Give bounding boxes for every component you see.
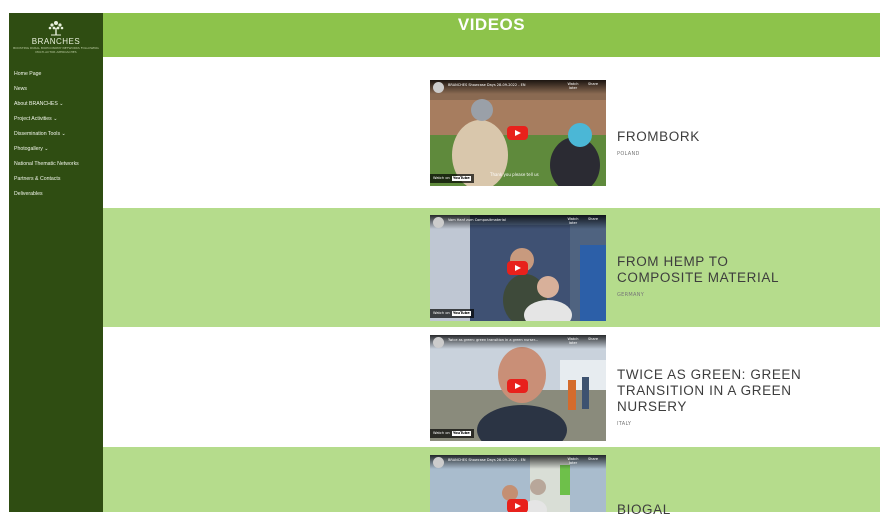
video-country: GERMANY [617,292,645,298]
channel-avatar[interactable] [433,82,444,93]
video-info: TWICE AS GREEN: GREEN TRANSITION IN A GR… [617,367,817,427]
channel-avatar[interactable] [433,457,444,468]
share-button[interactable]: Share [586,337,600,341]
nav-item-deliverables[interactable]: Deliverables [14,187,103,202]
play-button-icon[interactable] [507,379,528,393]
player-title[interactable]: Twice as green: green transition in a gr… [448,338,566,342]
player-title[interactable]: Vom Hanf zum Compositmaterial [448,218,566,222]
watch-later-button[interactable]: Watch later [566,82,580,90]
video-info: FROMBORK POLAND [617,129,817,157]
sidebar: BRANCHES BOOSTING RURAL BIOECONOMY NETWO… [9,13,103,512]
video-row: BRANCHES Showcase Days 28-09-2022 - EN W… [103,57,880,208]
watch-later-button[interactable]: Watch later [566,217,580,225]
nav-item-project-activities[interactable]: Project Activities ⌄ [14,112,103,127]
video-country: ITALY [617,421,632,427]
main-nav: Home Page News About BRANCHES ⌄ Project … [9,67,103,202]
video-player[interactable]: Twice as green: green transition in a gr… [430,335,606,441]
video-row: BRANCHES Showcase Days 28-09-2022 - EN W… [103,447,880,517]
video-info: FROM HEMP TO COMPOSITE MATERIAL GERMANY [617,254,817,298]
video-player[interactable]: BRANCHES Showcase Days 28-09-2022 - EN W… [430,80,606,186]
youtube-logo-icon: YouTube [451,431,471,436]
video-caption: Thank you please tell us [490,172,539,177]
play-button-icon[interactable] [507,126,528,140]
youtube-logo-icon: YouTube [451,311,471,316]
brand-tagline: BOOSTING RURAL BIOECONOMY NETWORKS FOLLO… [13,46,99,54]
watch-later-button[interactable]: Watch later [566,337,580,345]
nav-item-home[interactable]: Home Page [14,67,103,82]
nav-item-photogallery[interactable]: Photogallery ⌄ [14,142,103,157]
video-player[interactable]: BRANCHES Showcase Days 28-09-2022 - EN W… [430,455,606,512]
watch-on-youtube-button[interactable]: Watch on YouTube [430,174,474,183]
nav-item-news[interactable]: News [14,82,103,97]
video-name: BIOGAL [617,502,671,517]
play-button-icon[interactable] [507,261,528,275]
tree-logo-icon [48,21,64,36]
watch-on-youtube-button[interactable]: Watch on YouTube [430,429,474,438]
player-title[interactable]: BRANCHES Showcase Days 28-09-2022 - EN [448,83,566,87]
nav-item-about[interactable]: About BRANCHES ⌄ [14,97,103,112]
video-info: BIOGAL [617,502,817,518]
video-row: Twice as green: green transition in a gr… [103,327,880,447]
youtube-logo-icon: YouTube [451,176,471,181]
page-title: VIDEOS [457,15,526,34]
play-button-icon[interactable] [507,499,528,512]
video-name: TWICE AS GREEN: GREEN TRANSITION IN A GR… [617,367,802,414]
video-row: Vom Hanf zum Compositmaterial Watch late… [103,208,880,327]
share-button[interactable]: Share [586,82,600,86]
nav-item-partners-contacts[interactable]: Partners & Contacts [14,172,103,187]
nav-item-national-thematic-networks[interactable]: National Thematic Networks [14,157,103,172]
page-header: VIDEOS [103,13,880,57]
video-country: POLAND [617,151,640,157]
video-player[interactable]: Vom Hanf zum Compositmaterial Watch late… [430,215,606,321]
main-content: VIDEOS BRANCHES Showcase Days 28-09-2022… [103,13,880,517]
brand-logo[interactable]: BRANCHES BOOSTING RURAL BIOECONOMY NETWO… [9,13,103,59]
watch-later-button[interactable]: Watch later [566,457,580,465]
video-name: FROMBORK [617,129,700,144]
player-title[interactable]: BRANCHES Showcase Days 28-09-2022 - EN [448,458,566,462]
nav-item-dissemination-tools[interactable]: Dissemination Tools ⌄ [14,127,103,142]
watch-on-youtube-button[interactable]: Watch on YouTube [430,309,474,318]
channel-avatar[interactable] [433,337,444,348]
share-button[interactable]: Share [586,217,600,221]
share-button[interactable]: Share [586,457,600,461]
video-name: FROM HEMP TO COMPOSITE MATERIAL [617,254,780,285]
brand-name: BRANCHES [31,37,81,46]
channel-avatar[interactable] [433,217,444,228]
